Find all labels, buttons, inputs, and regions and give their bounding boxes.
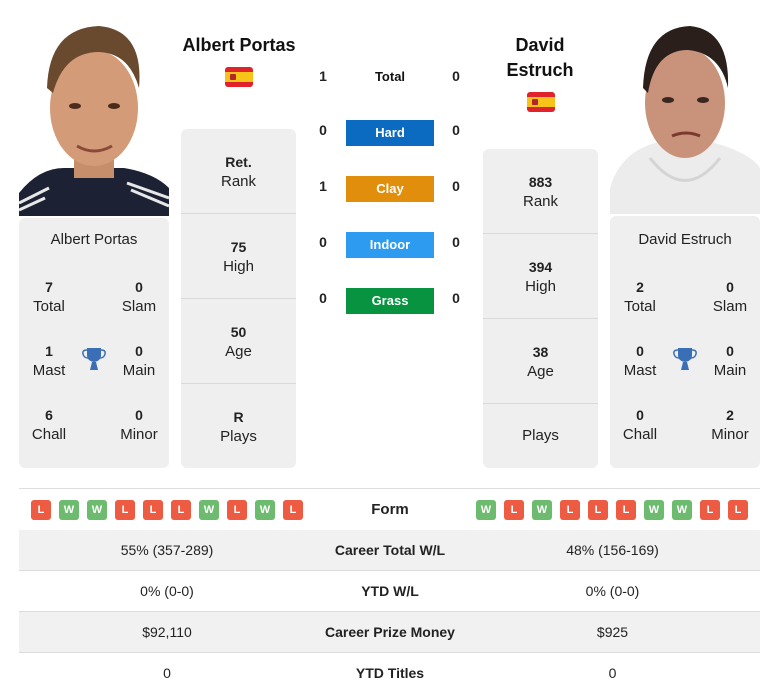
h2h-total-row: 1 Total 0 xyxy=(300,63,480,89)
row-label: Career Total W/L xyxy=(334,542,446,558)
surface-grass-badge[interactable]: Grass xyxy=(346,288,434,314)
right-high: 394 High xyxy=(525,258,556,295)
h2h-clay-left: 1 xyxy=(319,178,327,194)
left-titles-card: Albert Portas 7 Total 0 Slam 1 Mast 0 Main 6… xyxy=(19,218,169,468)
form-win-badge[interactable]: W xyxy=(476,500,496,520)
right-value: 48% (156-169) xyxy=(566,542,659,558)
form-loss-badge[interactable]: L xyxy=(588,500,608,520)
left-titles-slam: 0 Slam xyxy=(121,279,157,315)
left-value: 55% (357-289) xyxy=(120,542,214,558)
comparison-row-career-wl: 55% (357-289) Career Total W/L 48% (156-… xyxy=(19,530,760,571)
form-loss-badge[interactable]: L xyxy=(31,500,51,520)
form-win-badge[interactable]: W xyxy=(255,500,275,520)
right-player-photo xyxy=(610,18,760,214)
left-value: $92,110 xyxy=(142,624,192,640)
trophy-icon xyxy=(672,346,698,372)
left-high: 75 High xyxy=(223,238,254,275)
right-card-name: David Estruch xyxy=(638,231,732,248)
h2h-indoor-right: 0 xyxy=(452,234,460,250)
form-win-badge[interactable]: W xyxy=(199,500,219,520)
h2h-hard-right: 0 xyxy=(452,122,460,138)
left-titles-challenger: 6 Chall xyxy=(31,407,67,443)
comparison-row-prize-money: $92,110 Career Prize Money $925 xyxy=(19,612,760,653)
h2h-total-right: 0 xyxy=(452,68,460,84)
h2h-clay-row: 1 Clay 0 xyxy=(300,175,480,202)
right-age: 38 Age xyxy=(527,343,554,380)
form-label: Form xyxy=(371,501,409,518)
form-loss-badge[interactable]: L xyxy=(143,500,163,520)
left-rank: Ret. Rank xyxy=(220,153,257,190)
form-win-badge[interactable]: W xyxy=(672,500,692,520)
comparison-row-ytd-titles: 0 YTD Titles 0 xyxy=(19,653,760,694)
form-win-badge[interactable]: W xyxy=(87,500,107,520)
right-titles-minor: 2 Minor xyxy=(711,407,749,443)
right-titles-card: David Estruch 2 Total 0 Slam 0 Mast 0 Main 0… xyxy=(610,216,760,468)
comparison-row-ytd-wl: 0% (0-0) YTD W/L 0% (0-0) xyxy=(19,571,760,612)
form-loss-badge[interactable]: L xyxy=(115,500,135,520)
right-titles-masters: 0 Mast xyxy=(623,343,657,379)
h2h-grass-left: 0 xyxy=(319,290,327,306)
right-titles-slam: 0 Slam xyxy=(712,279,748,315)
form-win-badge[interactable]: W xyxy=(532,500,552,520)
h2h-indoor-left: 0 xyxy=(319,234,327,250)
h2h-hard-left: 0 xyxy=(319,122,327,138)
form-loss-badge[interactable]: L xyxy=(227,500,247,520)
surface-indoor-badge[interactable]: Indoor xyxy=(346,232,434,258)
left-titles-total: 7 Total xyxy=(33,279,65,315)
left-info-card: Ret. Rank 75 High 50 Age R Plays xyxy=(181,129,296,468)
surface-clay-badge[interactable]: Clay xyxy=(346,176,434,202)
left-age: 50 Age xyxy=(225,323,252,360)
right-rank: 883 Rank xyxy=(522,173,559,210)
form-loss-badge[interactable]: L xyxy=(171,500,191,520)
right-spain-flag-icon xyxy=(527,92,555,112)
left-player-photo xyxy=(19,18,169,216)
h2h-clay-right: 0 xyxy=(452,178,460,194)
right-plays: Plays xyxy=(522,427,559,444)
right-info-card: 883 Rank 394 High 38 Age Plays xyxy=(483,149,598,468)
right-value: 0% (0-0) xyxy=(585,583,640,599)
form-top-divider xyxy=(19,488,760,489)
left-value: 0 xyxy=(163,665,171,681)
form-win-badge[interactable]: W xyxy=(59,500,79,520)
h2h-grass-row: 0 Grass 0 xyxy=(300,287,480,314)
form-win-badge[interactable]: W xyxy=(644,500,664,520)
right-player-name-last: Estruch xyxy=(506,60,574,80)
left-card-name: Albert Portas xyxy=(50,231,138,248)
h2h-hard-row: 0 Hard 0 xyxy=(300,119,480,146)
right-titles-main: 0 Main xyxy=(713,343,747,379)
left-player-name[interactable]: Albert Portas xyxy=(176,33,302,58)
h2h-grass-right: 0 xyxy=(452,290,460,306)
right-titles-challenger: 0 Chall xyxy=(622,407,658,443)
h2h-indoor-row: 0 Indoor 0 xyxy=(300,231,480,258)
right-player-name[interactable]: David Estruch xyxy=(478,33,602,83)
form-loss-badge[interactable]: L xyxy=(728,500,748,520)
left-value: 0% (0-0) xyxy=(140,583,194,599)
left-titles-minor: 0 Minor xyxy=(120,407,158,443)
form-loss-badge[interactable]: L xyxy=(560,500,580,520)
right-player-name-first: David xyxy=(515,35,565,55)
trophy-icon xyxy=(81,346,107,372)
row-label: YTD Titles xyxy=(355,665,425,681)
left-titles-main: 0 Main xyxy=(122,343,156,379)
form-loss-badge[interactable]: L xyxy=(700,500,720,520)
left-spain-flag-icon xyxy=(225,67,253,87)
surface-hard-badge[interactable]: Hard xyxy=(346,120,434,146)
row-label: Career Prize Money xyxy=(325,624,455,640)
form-loss-badge[interactable]: L xyxy=(504,500,524,520)
form-loss-badge[interactable]: L xyxy=(283,500,303,520)
right-titles-total: 2 Total xyxy=(624,279,656,315)
left-plays: R Plays xyxy=(220,408,257,445)
right-value: 0 xyxy=(608,665,617,681)
h2h-total-label: Total xyxy=(374,69,406,84)
form-loss-badge[interactable]: L xyxy=(616,500,636,520)
row-label: YTD W/L xyxy=(361,583,419,599)
h2h-total-left: 1 xyxy=(319,68,327,84)
left-titles-masters: 1 Mast xyxy=(32,343,66,379)
right-value: $925 xyxy=(596,624,629,640)
